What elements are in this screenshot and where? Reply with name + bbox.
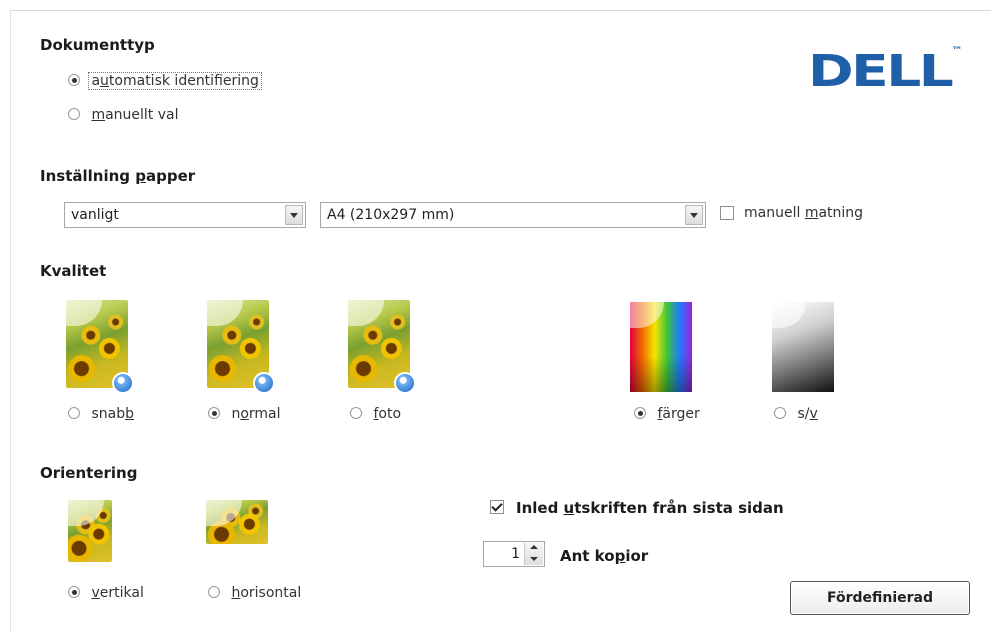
copies-stepper[interactable]: 1 [483,541,545,567]
dialog-frame [10,10,991,631]
paper-settings-heading: Inställning papper [40,167,196,185]
manual-select-label: manuellt val [91,107,179,123]
paper-size-select[interactable]: A4 (210x297 mm) [320,202,706,228]
auto-detect-radio[interactable]: automatisk identifiering [68,72,262,90]
radio-indicator[interactable] [208,586,220,598]
paper-type-value: vanligt [71,207,119,223]
preset-button[interactable]: Fördefinierad [790,581,970,615]
radio-indicator[interactable] [68,586,80,598]
paper-type-select[interactable]: vanligt [64,202,306,228]
quality-normal-radio[interactable]: normal [208,406,281,423]
quality-fast-label: snabb [91,406,134,422]
radio-indicator[interactable] [634,407,646,419]
quality-normal-badge-icon [253,372,275,394]
radio-indicator[interactable] [68,108,80,120]
chevron-down-icon[interactable] [685,205,703,225]
manual-select-radio[interactable]: manuellt val [68,107,179,124]
quality-normal-label: normal [231,406,281,422]
color-radio[interactable]: färger [634,406,700,423]
radio-indicator[interactable] [208,407,220,419]
quality-fast-radio[interactable]: snabb [68,406,134,423]
radio-indicator[interactable] [68,74,80,86]
color-label: färger [657,406,700,422]
quality-heading: Kvalitet [40,262,107,280]
bw-label: s/v [797,406,818,422]
portrait-image [68,500,112,562]
reverse-print-label: Inled utskriften från sista sidan [516,499,784,517]
portrait-label: vertikal [91,585,144,601]
quality-photo-label: foto [373,406,402,422]
auto-detect-label: automatisk identifiering [88,72,262,90]
manual-feed-checkbox[interactable] [720,206,734,220]
landscape-image [206,500,268,544]
radio-indicator[interactable] [774,407,786,419]
landscape-radio[interactable]: horisontal [208,585,302,602]
dell-logo: DELL™ [808,46,963,97]
quality-fast-badge-icon [112,372,134,394]
chevron-down-icon[interactable] [285,205,303,225]
arrow-up-icon[interactable] [530,545,538,549]
quality-photo-badge-icon [394,372,416,394]
copies-value[interactable]: 1 [511,546,520,562]
quality-photo-radio[interactable]: foto [350,406,402,423]
landscape-label: horisontal [231,585,302,601]
color-mode-image [630,302,692,392]
paper-size-value: A4 (210x297 mm) [327,207,455,223]
portrait-radio[interactable]: vertikal [68,585,144,602]
copies-label: Ant kopior [560,547,649,565]
orientation-heading: Orientering [40,464,138,482]
document-type-heading: Dokumenttyp [40,36,155,54]
radio-indicator[interactable] [350,407,362,419]
reverse-print-checkbox[interactable] [490,500,504,514]
bw-mode-image [772,302,834,392]
manual-feed-label: manuell matning [744,205,864,221]
radio-indicator[interactable] [68,407,80,419]
bw-radio[interactable]: s/v [774,406,818,423]
arrow-down-icon[interactable] [530,557,538,561]
stepper-buttons[interactable] [524,543,543,565]
